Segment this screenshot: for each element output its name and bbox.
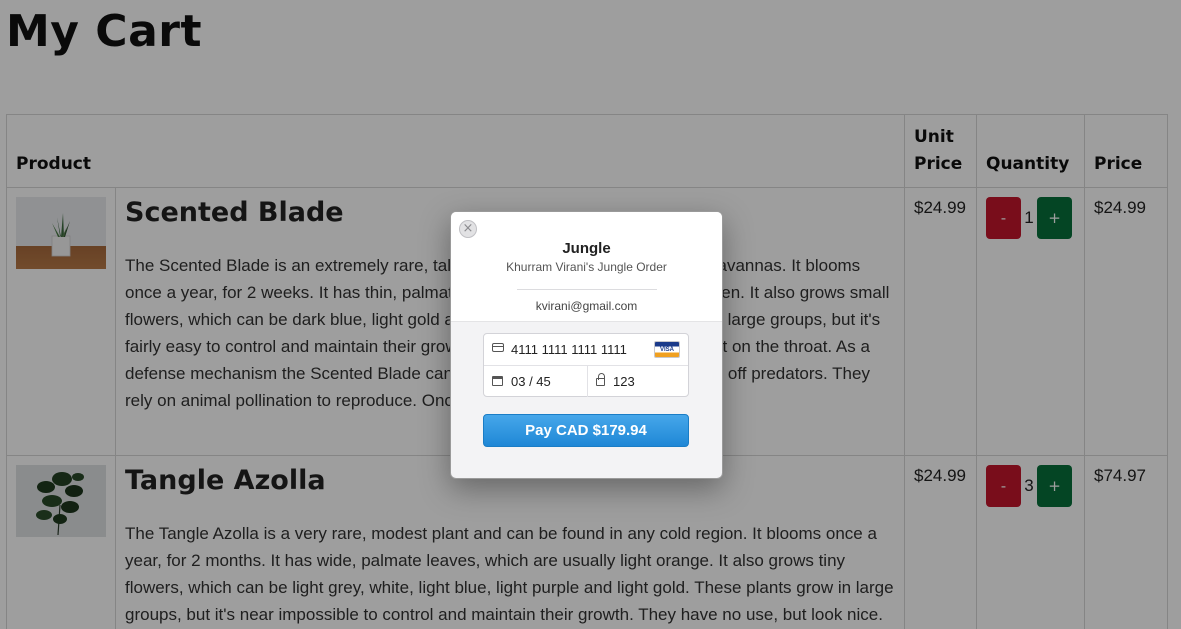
card-number-field[interactable]: 4111 1111 1111 1111 VISA bbox=[484, 334, 688, 366]
card-form: 4111 1111 1111 1111 VISA 03 / 45 123 bbox=[483, 333, 689, 397]
lock-icon bbox=[596, 373, 605, 386]
visa-logo-icon: VISA bbox=[654, 341, 680, 358]
checkout-title: Jungle bbox=[562, 240, 611, 257]
checkout-header: × Jungle Khurram Virani's Jungle Order k… bbox=[451, 212, 722, 322]
checkout-subtitle: Khurram Virani's Jungle Order bbox=[506, 260, 667, 274]
calendar-icon bbox=[492, 376, 503, 386]
divider bbox=[517, 289, 657, 290]
card-details-row: 03 / 45 123 bbox=[484, 366, 688, 397]
pay-button[interactable]: Pay CAD $179.94 bbox=[483, 414, 689, 447]
cvc-input[interactable]: 123 bbox=[613, 374, 635, 389]
card-number-input[interactable]: 4111 1111 1111 1111 bbox=[511, 342, 627, 357]
field-divider bbox=[587, 366, 588, 397]
close-icon[interactable]: × bbox=[459, 220, 477, 238]
expiry-input[interactable]: 03 / 45 bbox=[511, 374, 551, 389]
checkout-modal: × Jungle Khurram Virani's Jungle Order k… bbox=[450, 211, 723, 479]
checkout-email[interactable]: kvirani@gmail.com bbox=[451, 299, 722, 313]
credit-card-icon bbox=[492, 343, 504, 352]
